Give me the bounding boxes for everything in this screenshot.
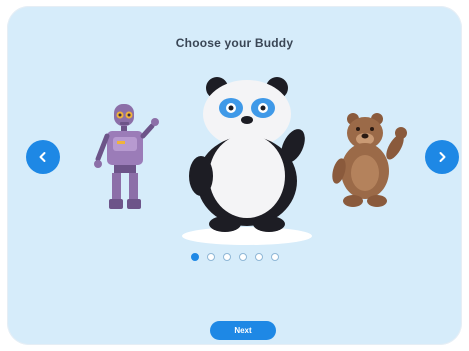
buddy-picker-panel: Choose your Buddy Next [7,6,462,345]
chevron-left-icon [39,152,46,162]
pagination-dot[interactable] [238,253,247,261]
pagination-dot[interactable] [254,253,263,261]
panda-icon[interactable] [177,76,317,251]
pagination-dot[interactable] [190,253,199,261]
chevron-right-icon [439,152,446,162]
next-button[interactable]: Next [210,321,276,340]
pagination-dot[interactable] [222,253,231,261]
pagination-dot[interactable] [206,253,215,261]
pagination-dot[interactable] [270,253,279,261]
bear-icon[interactable] [327,111,417,211]
robot-icon[interactable] [92,104,162,214]
carousel-pagination [7,253,462,261]
previous-buddy-button[interactable] [26,140,60,174]
page-title: Choose your Buddy [175,36,294,50]
next-buddy-button[interactable] [425,140,459,174]
